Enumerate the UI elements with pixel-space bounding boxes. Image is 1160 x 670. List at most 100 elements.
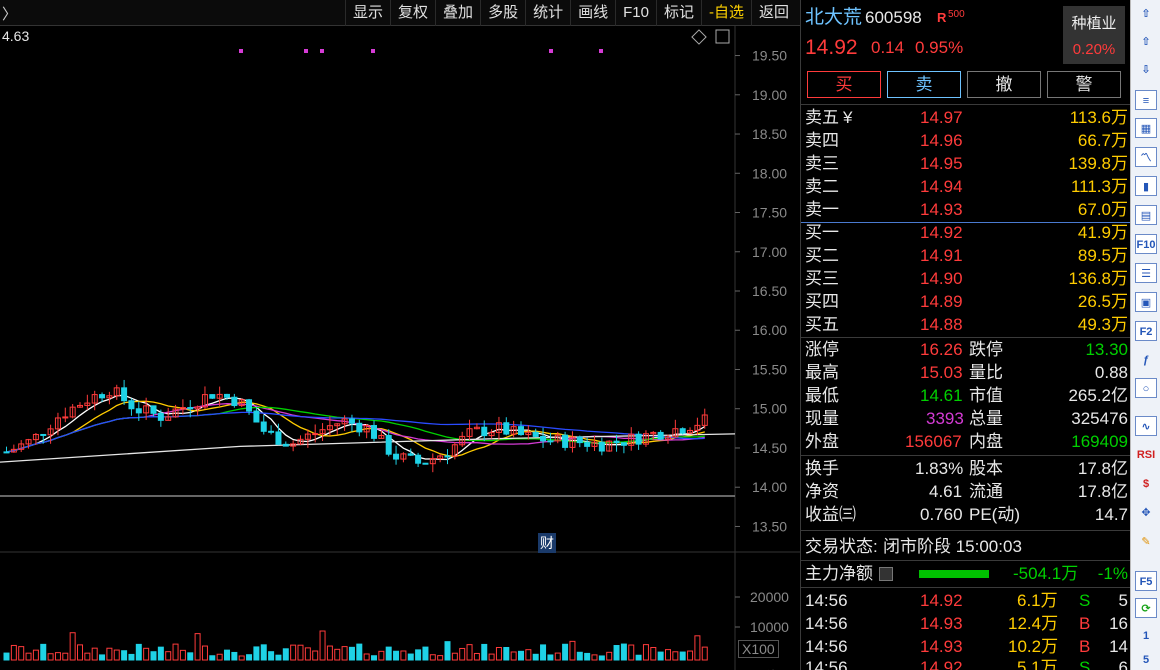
menu-f10[interactable]: F10 (615, 0, 656, 26)
line-chart-icon[interactable]: 〽 (1135, 147, 1157, 167)
candle (635, 433, 642, 445)
main-flow[interactable]: 主力净额 -504.1万 -1% (803, 562, 1128, 585)
kline-chart[interactable]: 19.50 19.00 18.50 18.00 17.50 17.00 16.50 16.00… (0, 26, 800, 670)
stat-label: PE(动) (969, 505, 1020, 524)
volume-bar (356, 643, 363, 661)
status-value: 闭市阶段 15:00:03 (883, 537, 1022, 556)
ask-row[interactable]: 卖五 ¥ 14.97 113.6万 (803, 106, 1128, 129)
ask-row[interactable]: 卖四 14.96 66.7万 (803, 129, 1128, 152)
menu-overlay[interactable]: 叠加 (435, 0, 480, 26)
volume-bar (363, 653, 370, 661)
buy-button[interactable]: 买 (807, 71, 881, 98)
candles-icon[interactable]: ▮ (1135, 176, 1157, 196)
rsi-icon[interactable]: RSI (1135, 445, 1157, 465)
ask-volume: 67.0万 (1077, 200, 1128, 219)
bid-row[interactable]: 买五 14.88 49.3万 (803, 313, 1128, 336)
candle (260, 421, 267, 432)
volume-bar (532, 653, 539, 661)
alert-button[interactable]: 警 (1047, 71, 1121, 98)
axis-tick-label: 16.00 (752, 322, 787, 338)
tick-side: S (1079, 658, 1091, 670)
formula-icon[interactable]: ƒ (1135, 350, 1157, 370)
candle (371, 425, 377, 439)
candle (356, 422, 363, 433)
kline-svg[interactable]: 19.50 19.00 18.50 18.00 17.50 17.00 16.50 16.00… (0, 26, 800, 670)
page-1-label[interactable]: 1 (1135, 626, 1157, 646)
stat-label: 现量 (805, 409, 839, 428)
notes-icon[interactable]: ☰ (1135, 263, 1157, 283)
menu-icon[interactable] (879, 567, 893, 581)
axis-tick-label: 18.50 (752, 126, 787, 142)
cycle-icon[interactable]: ○ (1135, 378, 1157, 398)
outer-volume-value: 156067 (905, 432, 962, 451)
volume-bar (554, 652, 561, 661)
volume-bar (613, 645, 620, 661)
industry-box[interactable]: 种植业 0.20% (1063, 6, 1125, 64)
vol-ratio-value: 0.88 (1094, 363, 1128, 382)
back-chevron-icon[interactable]: 〉 (2, 3, 17, 24)
finance-badge[interactable]: 财 (538, 533, 556, 553)
tick-count: 6 (1118, 658, 1128, 670)
menu-display[interactable]: 显示 (345, 0, 390, 26)
bid-row[interactable]: 买四 14.89 26.5万 (803, 290, 1128, 313)
period-label[interactable]: 日线 (752, 666, 778, 670)
wave-icon[interactable]: ∿ (1135, 416, 1157, 436)
bid-row[interactable]: 买一 14.92 41.9万 (803, 221, 1128, 244)
price-change: 0.14 (871, 38, 905, 57)
tick-price: 14.93 (920, 637, 963, 656)
volume-bar (665, 649, 671, 661)
tick-row: 14:56 14.92 5.1万 S 6 (803, 656, 1128, 670)
ask-row[interactable]: 卖二 14.94 111.3万 (803, 175, 1128, 198)
axis-tick-label: 19.00 (752, 87, 787, 103)
sell-button[interactable]: 卖 (887, 71, 961, 98)
menu-remove-watchlist[interactable]: -自选 (700, 0, 751, 26)
menu-adjust[interactable]: 复权 (390, 0, 435, 26)
industry-change: 0.20% (1072, 41, 1116, 58)
menu-multi-stock[interactable]: 多股 (480, 0, 525, 26)
quote-panel: 北大荒 600598 R 500 14.92 0.14 0.95% 种植业 0.… (800, 0, 1130, 670)
volume-bar (165, 651, 172, 661)
ask-row[interactable]: 卖一 14.93 67.0万 (803, 198, 1128, 221)
axis-tick-label: 15.00 (752, 401, 787, 417)
f5-icon[interactable]: F5 (1135, 571, 1157, 591)
menu-return[interactable]: 返回 (750, 0, 796, 26)
multi-window-icon[interactable]: ▤ (1135, 205, 1157, 225)
up-arrow-icon[interactable]: ⇧ (1135, 4, 1157, 24)
volume-bar (84, 652, 91, 661)
pencil-icon[interactable]: ✎ (1135, 532, 1157, 552)
bid-row[interactable]: 买二 14.91 89.5万 (803, 244, 1128, 267)
dollar-icon[interactable]: $ (1135, 474, 1157, 494)
ask-row[interactable]: 卖三 14.95 139.8万 (803, 152, 1128, 175)
page-5-label[interactable]: 5 (1135, 650, 1157, 670)
nav-value: 4.61 (929, 482, 963, 501)
ask-volume: 111.3万 (1070, 177, 1128, 196)
volume-bar (459, 647, 466, 661)
tick-volume: 10.2万 (1008, 637, 1059, 656)
stat-label: 换手 (805, 459, 839, 478)
refresh-icon[interactable]: ⟳ (1135, 598, 1157, 618)
volume-bar (69, 632, 76, 661)
list-icon[interactable]: ≡ (1135, 90, 1157, 110)
f10-icon[interactable]: F10 (1135, 234, 1157, 254)
volume-bar (62, 652, 69, 661)
cancel-button[interactable]: 撤 (967, 71, 1041, 98)
move-icon[interactable]: ✥ (1135, 503, 1157, 523)
menu-mark[interactable]: 标记 (655, 0, 701, 26)
volume-bar (650, 647, 657, 661)
down-outline-icon[interactable]: ⇩ (1135, 60, 1157, 80)
f2-icon[interactable]: F2 (1135, 321, 1157, 341)
news-icon[interactable]: ▣ (1135, 292, 1157, 312)
bid-price: 14.92 (920, 223, 963, 242)
volume-bar (584, 652, 591, 661)
stat-label: 市值 (969, 386, 1003, 405)
diamond-icon (691, 29, 707, 45)
up-outline-icon[interactable]: ⇧ (1135, 32, 1157, 52)
volume-bar (569, 640, 576, 661)
bid-row[interactable]: 买三 14.90 136.8万 (803, 267, 1128, 290)
menu-stats[interactable]: 统计 (525, 0, 570, 26)
menu-draw-line[interactable]: 画线 (570, 0, 615, 26)
grid-icon[interactable]: ▦ (1135, 118, 1157, 138)
volume-bar (260, 644, 267, 661)
ask-label: 卖一 (805, 200, 839, 219)
bid-label: 买五 (805, 315, 839, 334)
